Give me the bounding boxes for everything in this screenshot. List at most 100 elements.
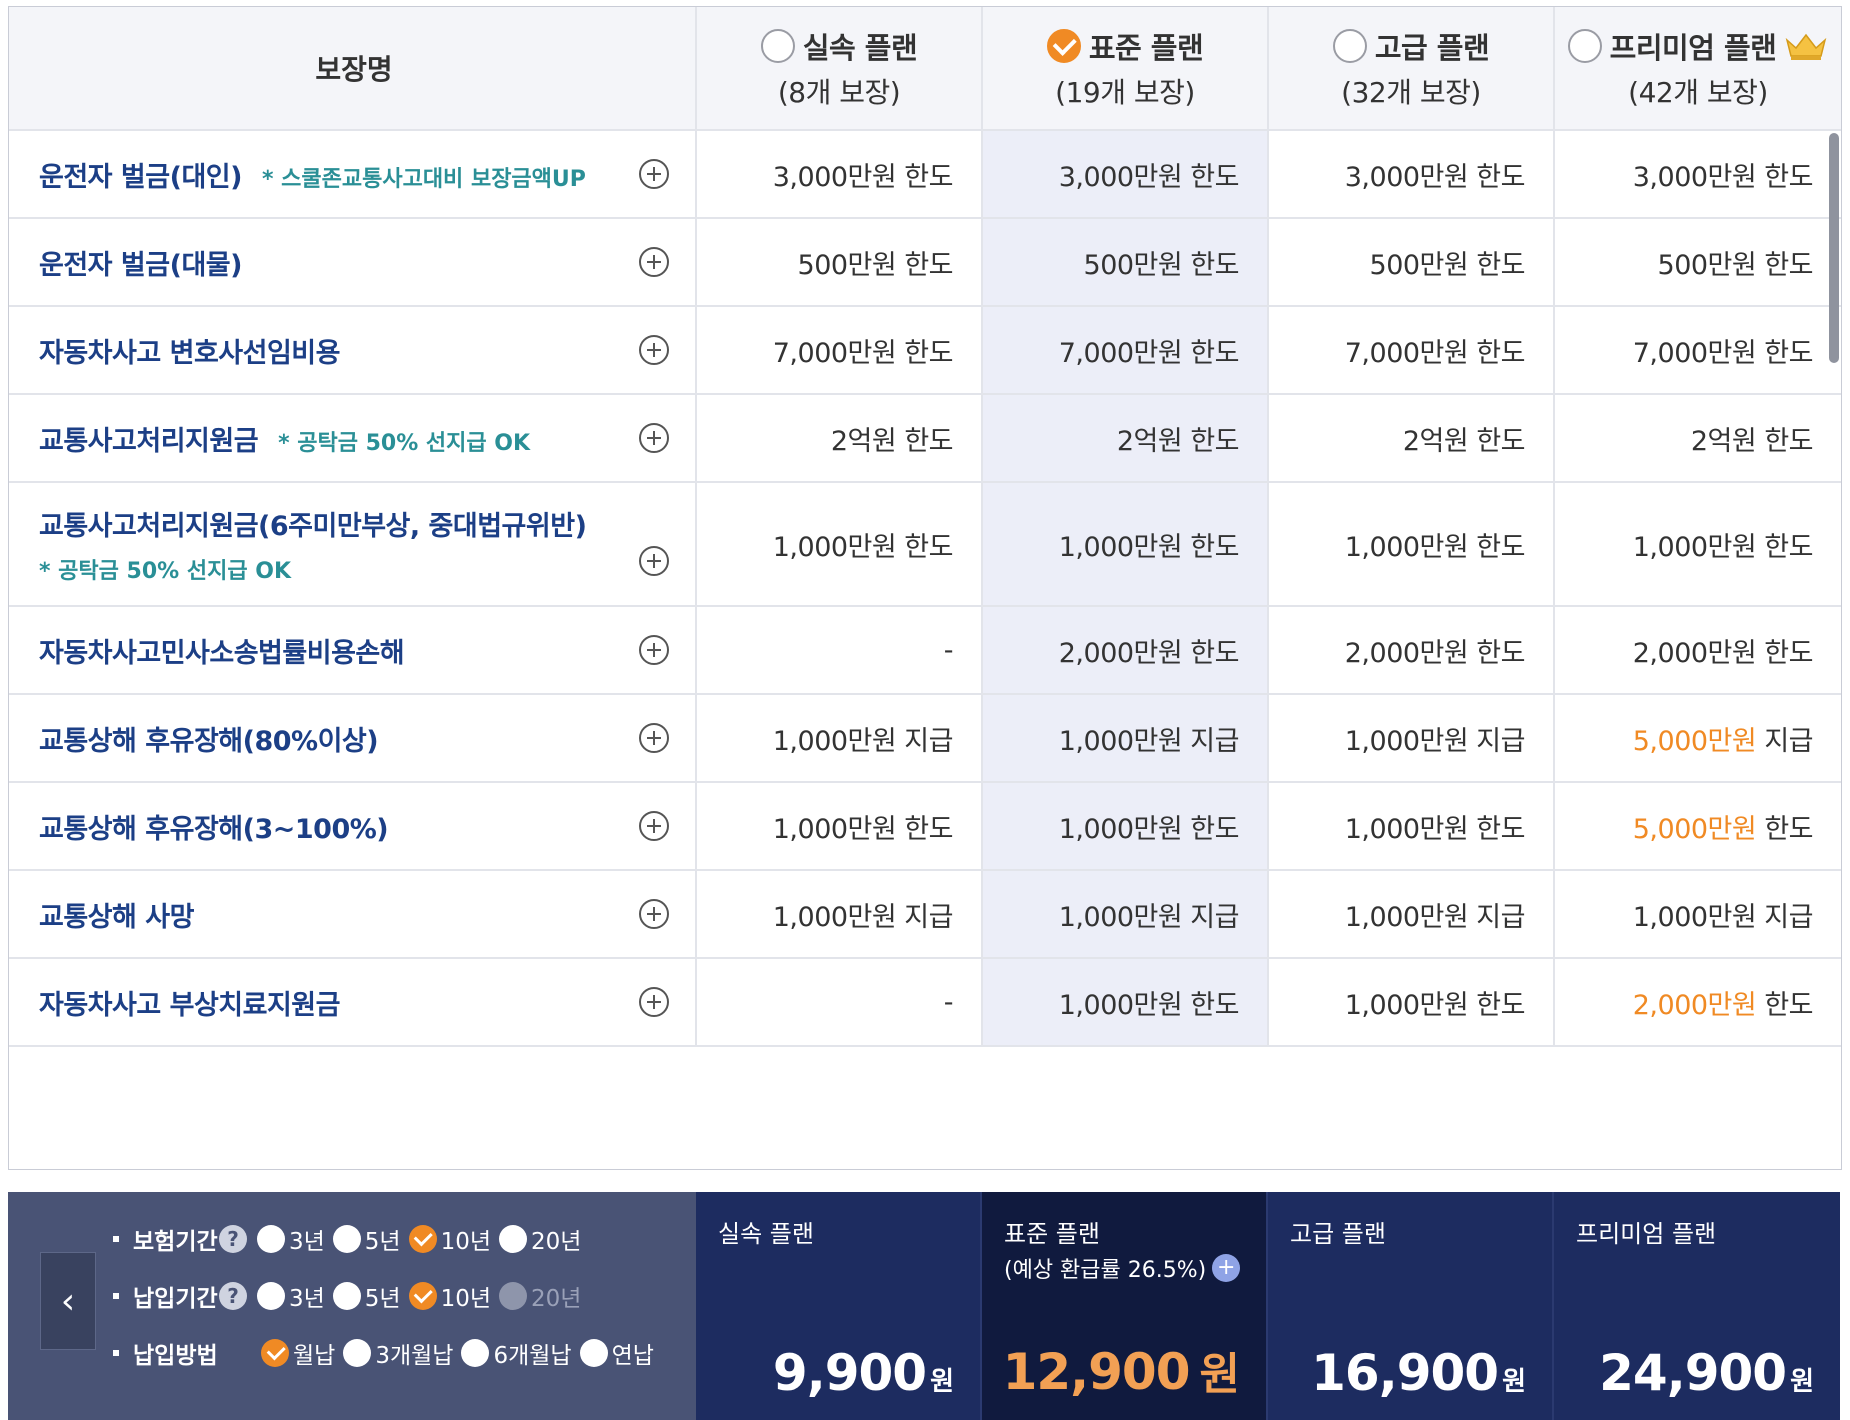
radio-unchecked-icon[interactable]: [499, 1225, 528, 1253]
plan-value-advanced: 500만원 한도: [1269, 219, 1555, 305]
plan-value-basic: 7,000만원 한도: [697, 307, 983, 393]
plan-title: 실속 플랜: [802, 31, 918, 65]
insurance-period-option[interactable]: 3년: [257, 1222, 325, 1256]
table-row: 자동차사고민사소송법률비용손해 - 2,000만원 한도 2,000만원 한도 2,00…: [9, 607, 1841, 695]
radio-unchecked-icon[interactable]: [257, 1282, 285, 1310]
payment-method-option[interactable]: 연납: [579, 1336, 654, 1370]
help-icon[interactable]: ?: [219, 1282, 247, 1310]
price-plan-name: 표준 플랜: [1004, 1220, 1100, 1248]
coverage-amount: 2,000만원: [1632, 989, 1757, 1021]
coverage-amount: 1,000만원 지급: [772, 901, 954, 933]
insurance-period-option[interactable]: 10년: [408, 1222, 492, 1256]
expand-plus-icon[interactable]: [639, 423, 669, 453]
payment-period-option[interactable]: 3년: [257, 1279, 325, 1313]
price-standard[interactable]: 표준 플랜 (예상 환급률 26.5%) + 12,900 원: [982, 1192, 1268, 1420]
expand-plus-icon[interactable]: [639, 987, 669, 1017]
insurance-period-option[interactable]: 5년: [332, 1222, 401, 1256]
coverage-amount: 1,000만원 한도: [772, 531, 954, 563]
coverage-name-cell: 교통상해 후유장해(80%이상): [9, 695, 697, 781]
plan-value-standard: 500만원 한도: [983, 219, 1269, 305]
payment-method-row: 납입방법 월납 3개월납 6개월납 연납: [113, 1336, 662, 1370]
coverage-amount: 500만원 한도: [1083, 249, 1240, 281]
plan-value-standard: 1,000만원 지급: [983, 871, 1269, 957]
plan-value-basic: 1,000만원 지급: [697, 695, 983, 781]
payment-method-option[interactable]: 6개월납: [461, 1336, 572, 1370]
plan-radio-checked[interactable]: [1046, 29, 1081, 63]
expand-plus-icon[interactable]: [639, 247, 669, 277]
plan-value-basic: 500만원 한도: [697, 219, 983, 305]
price-advanced[interactable]: 고급 플랜 16,900 원: [1268, 1192, 1554, 1420]
radio-unchecked-icon[interactable]: [332, 1282, 361, 1310]
coverage-amount: 1,000만원 한도: [1632, 531, 1814, 563]
price-amount: 24,900: [1599, 1344, 1787, 1402]
radio-checked-icon[interactable]: [408, 1282, 437, 1310]
radio-unchecked-icon[interactable]: [332, 1225, 361, 1253]
coverage-name: 자동차사고 변호사선임비용: [39, 337, 340, 369]
help-icon[interactable]: ?: [219, 1225, 247, 1253]
table-row: 교통사고처리지원금(6주미만부상, 중대법규위반) * 공탁금 50% 선지급 O…: [9, 483, 1841, 607]
scrollbar-thumb[interactable]: [1829, 133, 1839, 363]
expand-plus-icon[interactable]: [639, 159, 669, 189]
plus-icon[interactable]: +: [1212, 1254, 1241, 1282]
option-label: 납입기간: [133, 1286, 218, 1312]
price-basic[interactable]: 실속 플랜 9,900 원: [696, 1192, 982, 1420]
plan-header-premium[interactable]: 프리미엄 플랜 (42개 보장): [1555, 7, 1841, 129]
payment-period-option[interactable]: 5년: [332, 1279, 401, 1313]
plan-header-advanced[interactable]: 고급 플랜 (32개 보장): [1269, 7, 1555, 129]
plan-radio[interactable]: [760, 29, 795, 63]
option-text: 20년: [531, 1286, 582, 1312]
coverage-amount: 7,000만원 한도: [1344, 337, 1526, 369]
insurance-period-option[interactable]: 20년: [499, 1222, 581, 1256]
coverage-amount: 5,000만원: [1632, 725, 1757, 757]
coverage-name: 운전자 벌금(대인): [39, 161, 242, 193]
radio-unchecked-icon[interactable]: [343, 1339, 372, 1367]
coverage-amount: 500만원 한도: [1369, 249, 1526, 281]
expand-plus-icon[interactable]: [639, 811, 669, 841]
expand-plus-icon[interactable]: [639, 723, 669, 753]
coverage-amount: 2억원 한도: [1690, 425, 1814, 457]
payment-period-option[interactable]: 10년: [408, 1279, 492, 1313]
plan-radio[interactable]: [1332, 29, 1367, 63]
plan-value-advanced: 1,000만원 한도: [1269, 959, 1555, 1045]
expand-plus-icon[interactable]: [639, 546, 669, 576]
plan-value-premium: 2,000만원 한도: [1555, 607, 1841, 693]
coverage-name: 교통상해 사망: [39, 901, 194, 933]
radio-checked-icon[interactable]: [261, 1339, 289, 1367]
price-premium[interactable]: 프리미엄 플랜 24,900 원: [1554, 1192, 1840, 1420]
radio-unchecked-icon[interactable]: [257, 1225, 285, 1253]
option-text: 10년: [440, 1286, 492, 1312]
table-row: 교통사고처리지원금 * 공탁금 50% 선지급 OK 2억원 한도 2억원 한도 2억원…: [9, 395, 1841, 483]
option-label: 보험기간: [133, 1229, 218, 1255]
chevron-left-icon[interactable]: ‹: [40, 1252, 96, 1350]
coverage-amount: 2억원 한도: [830, 425, 954, 457]
coverage-name-cell: 교통사고처리지원금(6주미만부상, 중대법규위반) * 공탁금 50% 선지급 O…: [9, 483, 697, 605]
coverage-name: 자동차사고 부상치료지원금: [39, 989, 340, 1021]
plan-header-basic[interactable]: 실속 플랜 (8개 보장): [697, 7, 983, 129]
plan-value-premium: 2억원 한도: [1555, 395, 1841, 481]
coverage-name-cell: 자동차사고 부상치료지원금: [9, 959, 697, 1045]
payment-method-option[interactable]: 3개월납: [343, 1336, 453, 1370]
option-text: 5년: [364, 1229, 401, 1255]
plan-value-premium: 500만원 한도: [1555, 219, 1841, 305]
payment-method-option[interactable]: 월납: [261, 1336, 335, 1370]
insurance-period-row: 보험기간 ? 3년 5년 10년 20년: [113, 1222, 589, 1256]
radio-unchecked-icon[interactable]: [461, 1339, 490, 1367]
option-text: 10년: [440, 1229, 492, 1255]
radio-unchecked-icon[interactable]: [579, 1339, 608, 1367]
coverage-amount: -: [943, 986, 954, 1018]
plan-value-advanced: 7,000만원 한도: [1269, 307, 1555, 393]
plan-value-basic: 3,000만원 한도: [697, 131, 983, 217]
plan-radio[interactable]: [1567, 29, 1602, 63]
plan-header-standard[interactable]: 표준 플랜 (19개 보장): [983, 7, 1269, 129]
coverage-amount: 7,000만원 한도: [1058, 337, 1240, 369]
option-text: 연납: [611, 1343, 654, 1369]
expand-plus-icon[interactable]: [639, 635, 669, 665]
plan-value-basic: -: [697, 959, 983, 1045]
expand-plus-icon[interactable]: [639, 899, 669, 929]
price-amount: 12,900: [1002, 1343, 1191, 1401]
expand-plus-icon[interactable]: [639, 335, 669, 365]
coverage-amount: 1,000만원 한도: [1344, 989, 1526, 1021]
radio-checked-icon[interactable]: [408, 1225, 437, 1253]
price-amount: 16,900: [1311, 1344, 1499, 1402]
option-text: 3년: [289, 1229, 325, 1255]
